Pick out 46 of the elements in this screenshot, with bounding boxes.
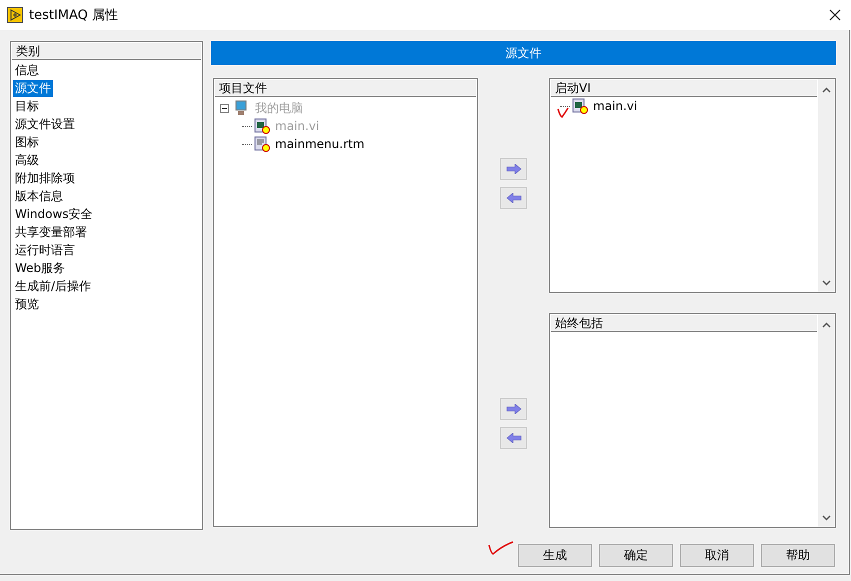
category-item[interactable]: Web服务 [13,260,68,276]
category-item[interactable]: 源文件设置 [13,116,77,132]
scrollbar[interactable] [818,79,835,292]
list-header: 启动VI [551,80,817,97]
category-item[interactable]: 目标 [13,98,41,114]
add-button[interactable] [500,398,527,420]
check-mark-icon [488,541,514,555]
close-icon[interactable] [829,9,841,21]
left-arrow-icon [506,433,522,443]
list-header: 项目文件 [215,80,476,97]
category-item[interactable]: 运行时语言 [13,242,77,258]
window-title: testIMAQ 属性 [29,7,120,24]
vi-file-icon [254,118,270,134]
category-item[interactable]: 生成前/后操作 [13,278,94,294]
scroll-up-icon[interactable] [822,322,831,328]
list-header: 始终包括 [551,315,817,332]
category-item[interactable]: Windows安全 [13,206,95,222]
section-title: 源文件 [211,41,836,65]
scroll-down-icon[interactable] [822,515,831,521]
left-arrow-icon [506,193,522,203]
scroll-down-icon[interactable] [822,280,831,286]
category-item[interactable]: 源文件 [13,80,53,96]
category-item[interactable]: 共享变量部署 [13,224,89,240]
category-item[interactable]: 附加排除项 [13,170,77,186]
app-icon [7,7,23,23]
dialog-button[interactable]: 确定 [599,544,673,567]
category-item[interactable]: 图标 [13,134,41,150]
check-mark-icon [557,107,569,118]
dialog-button[interactable]: 帮助 [761,544,835,567]
dialog-button[interactable]: 取消 [680,544,754,567]
remove-button[interactable] [500,187,527,209]
category-item[interactable]: 版本信息 [13,188,65,204]
right-arrow-icon [506,164,522,174]
add-button[interactable] [500,158,527,180]
list-header: 类别 [12,43,201,60]
vi-file-icon [572,98,588,114]
dialog-button[interactable]: 生成 [518,544,592,567]
menu-file-icon [254,136,270,152]
scroll-up-icon[interactable] [822,87,831,93]
list-item[interactable]: main.vi [590,99,638,113]
scrollbar[interactable] [818,314,835,527]
category-item[interactable]: 预览 [13,296,41,312]
right-arrow-icon [506,404,522,414]
category-item[interactable]: 高级 [13,152,41,168]
remove-button[interactable] [500,427,527,449]
category-item[interactable]: 信息 [13,62,41,78]
